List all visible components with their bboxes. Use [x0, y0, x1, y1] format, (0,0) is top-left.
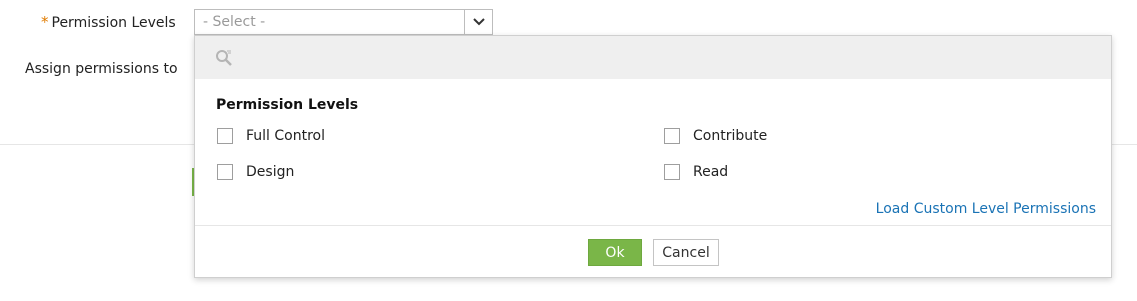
- checkbox[interactable]: [217, 164, 233, 180]
- required-marker: *: [41, 13, 49, 31]
- permission-levels-label-text: Permission Levels: [51, 15, 176, 31]
- cancel-button[interactable]: Cancel: [653, 239, 719, 266]
- option-label: Contribute: [693, 128, 768, 144]
- chevron-down-icon: [472, 18, 485, 26]
- select-placeholder: - Select -: [203, 14, 266, 30]
- option-read[interactable]: Read: [664, 162, 728, 182]
- checkbox[interactable]: [664, 164, 680, 180]
- option-label: Read: [693, 164, 729, 180]
- page: * Permission Levels Assign permissions to…: [0, 0, 1137, 301]
- ok-button[interactable]: Ok: [588, 239, 642, 266]
- group-title: Permission Levels: [216, 97, 359, 113]
- option-contribute[interactable]: Contribute: [664, 126, 767, 146]
- select-toggle-button[interactable]: [464, 10, 492, 34]
- option-label: Design: [246, 164, 295, 180]
- permission-levels-dropdown: Permission Levels Full Control Contribut…: [194, 35, 1112, 278]
- search-icon: [216, 50, 232, 66]
- option-label: Full Control: [246, 128, 325, 144]
- checkbox[interactable]: [664, 128, 680, 144]
- option-full-control[interactable]: Full Control: [217, 126, 325, 146]
- assign-permissions-label: Assign permissions to: [25, 61, 178, 77]
- dropdown-search-bar: [195, 36, 1111, 79]
- permission-levels-label: * Permission Levels: [41, 13, 176, 32]
- option-design[interactable]: Design: [217, 162, 294, 182]
- footer-divider: [195, 225, 1111, 226]
- permission-levels-select[interactable]: - Select -: [194, 9, 493, 35]
- load-custom-level-permissions-link[interactable]: Load Custom Level Permissions: [876, 200, 1096, 218]
- checkbox[interactable]: [217, 128, 233, 144]
- dropdown-search-input[interactable]: [239, 44, 1083, 72]
